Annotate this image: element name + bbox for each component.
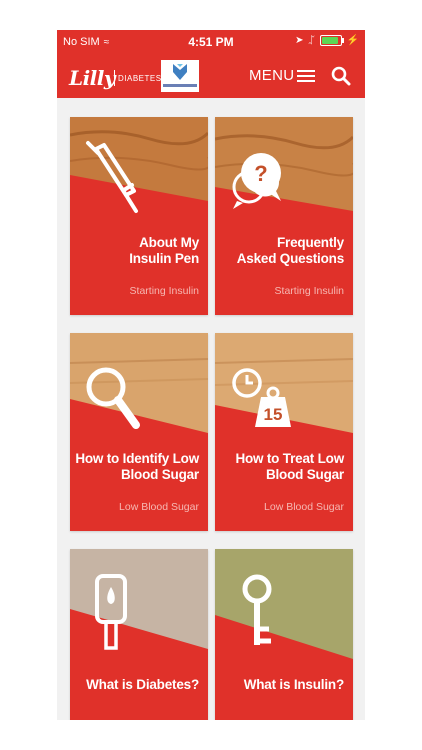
- tile-title: Frequently Asked Questions: [236, 235, 344, 266]
- tile-title: About My Insulin Pen: [129, 235, 199, 266]
- hamburger-icon: [297, 69, 316, 83]
- tile-title: What is Insulin?: [243, 677, 345, 692]
- weight-number: 15: [264, 405, 283, 424]
- tile-category: Starting Insulin: [129, 285, 199, 297]
- battery-icon: [319, 35, 344, 46]
- status-bar: No SIM ≈ 4:51 PM ➤ ᛢ ⚡: [57, 30, 365, 54]
- tile-title: How to Identify Low Blood Sugar: [75, 451, 199, 482]
- tile-category: Low Blood Sugar: [119, 501, 199, 513]
- tile-title: What is Diabetes?: [86, 677, 199, 692]
- menu-button[interactable]: MENU: [249, 67, 316, 84]
- partner-logo-text: [163, 84, 197, 87]
- svg-text:?: ?: [254, 161, 267, 186]
- tile-category: Low Blood Sugar: [264, 501, 344, 513]
- tile-treat-low-blood-sugar[interactable]: 15 How to Treat Low Blood Sugar Low Bloo…: [215, 333, 353, 531]
- bluetooth-icon: ᛢ: [308, 35, 315, 46]
- logo-divider: [114, 70, 115, 86]
- logo-subtitle: DIABETES: [118, 74, 162, 83]
- search-icon[interactable]: [331, 66, 351, 86]
- partner-logo-icon: [173, 64, 187, 80]
- lilly-logo[interactable]: Lilly: [69, 66, 115, 90]
- location-icon: ➤: [295, 35, 304, 46]
- app-header: Lilly DIABETES MENU: [57, 54, 365, 98]
- tile-category: Starting Insulin: [274, 285, 344, 297]
- tile-about-insulin-pen[interactable]: About My Insulin Pen Starting Insulin: [70, 117, 208, 315]
- tile-what-is-insulin[interactable]: What is Insulin?: [215, 549, 353, 720]
- tile-what-is-diabetes[interactable]: What is Diabetes?: [70, 549, 208, 720]
- tile-identify-low-blood-sugar[interactable]: How to Identify Low Blood Sugar Low Bloo…: [70, 333, 208, 531]
- magnifier-icon: [86, 367, 140, 429]
- charging-icon: ⚡: [346, 35, 359, 46]
- glucose-meter-icon: [95, 574, 127, 650]
- tile-title: How to Treat Low Blood Sugar: [235, 451, 344, 482]
- menu-label: MENU: [249, 67, 295, 84]
- partner-logo: [161, 60, 199, 92]
- key-icon: [242, 574, 272, 645]
- insulin-pen-icon: [86, 141, 138, 213]
- tile-background: [70, 549, 208, 720]
- clock-weight-icon: 15: [232, 368, 291, 427]
- app-screen: No SIM ≈ 4:51 PM ➤ ᛢ ⚡ Lilly DIABETES ME…: [57, 30, 365, 720]
- tile-faq[interactable]: ? Frequently Asked Questions Starting In…: [215, 117, 353, 315]
- question-bubble-icon: ?: [232, 153, 281, 209]
